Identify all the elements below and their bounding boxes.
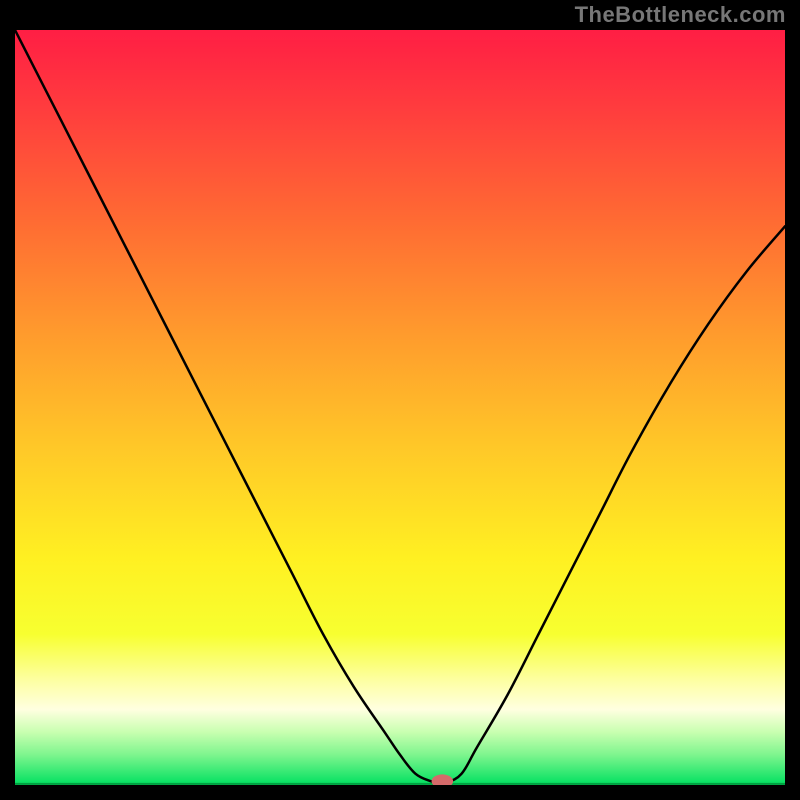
chart-frame: TheBottleneck.com	[0, 0, 800, 800]
gradient-background	[15, 30, 785, 785]
watermark-text: TheBottleneck.com	[575, 2, 786, 28]
plot-area	[15, 30, 785, 785]
bottleneck-chart	[15, 30, 785, 785]
